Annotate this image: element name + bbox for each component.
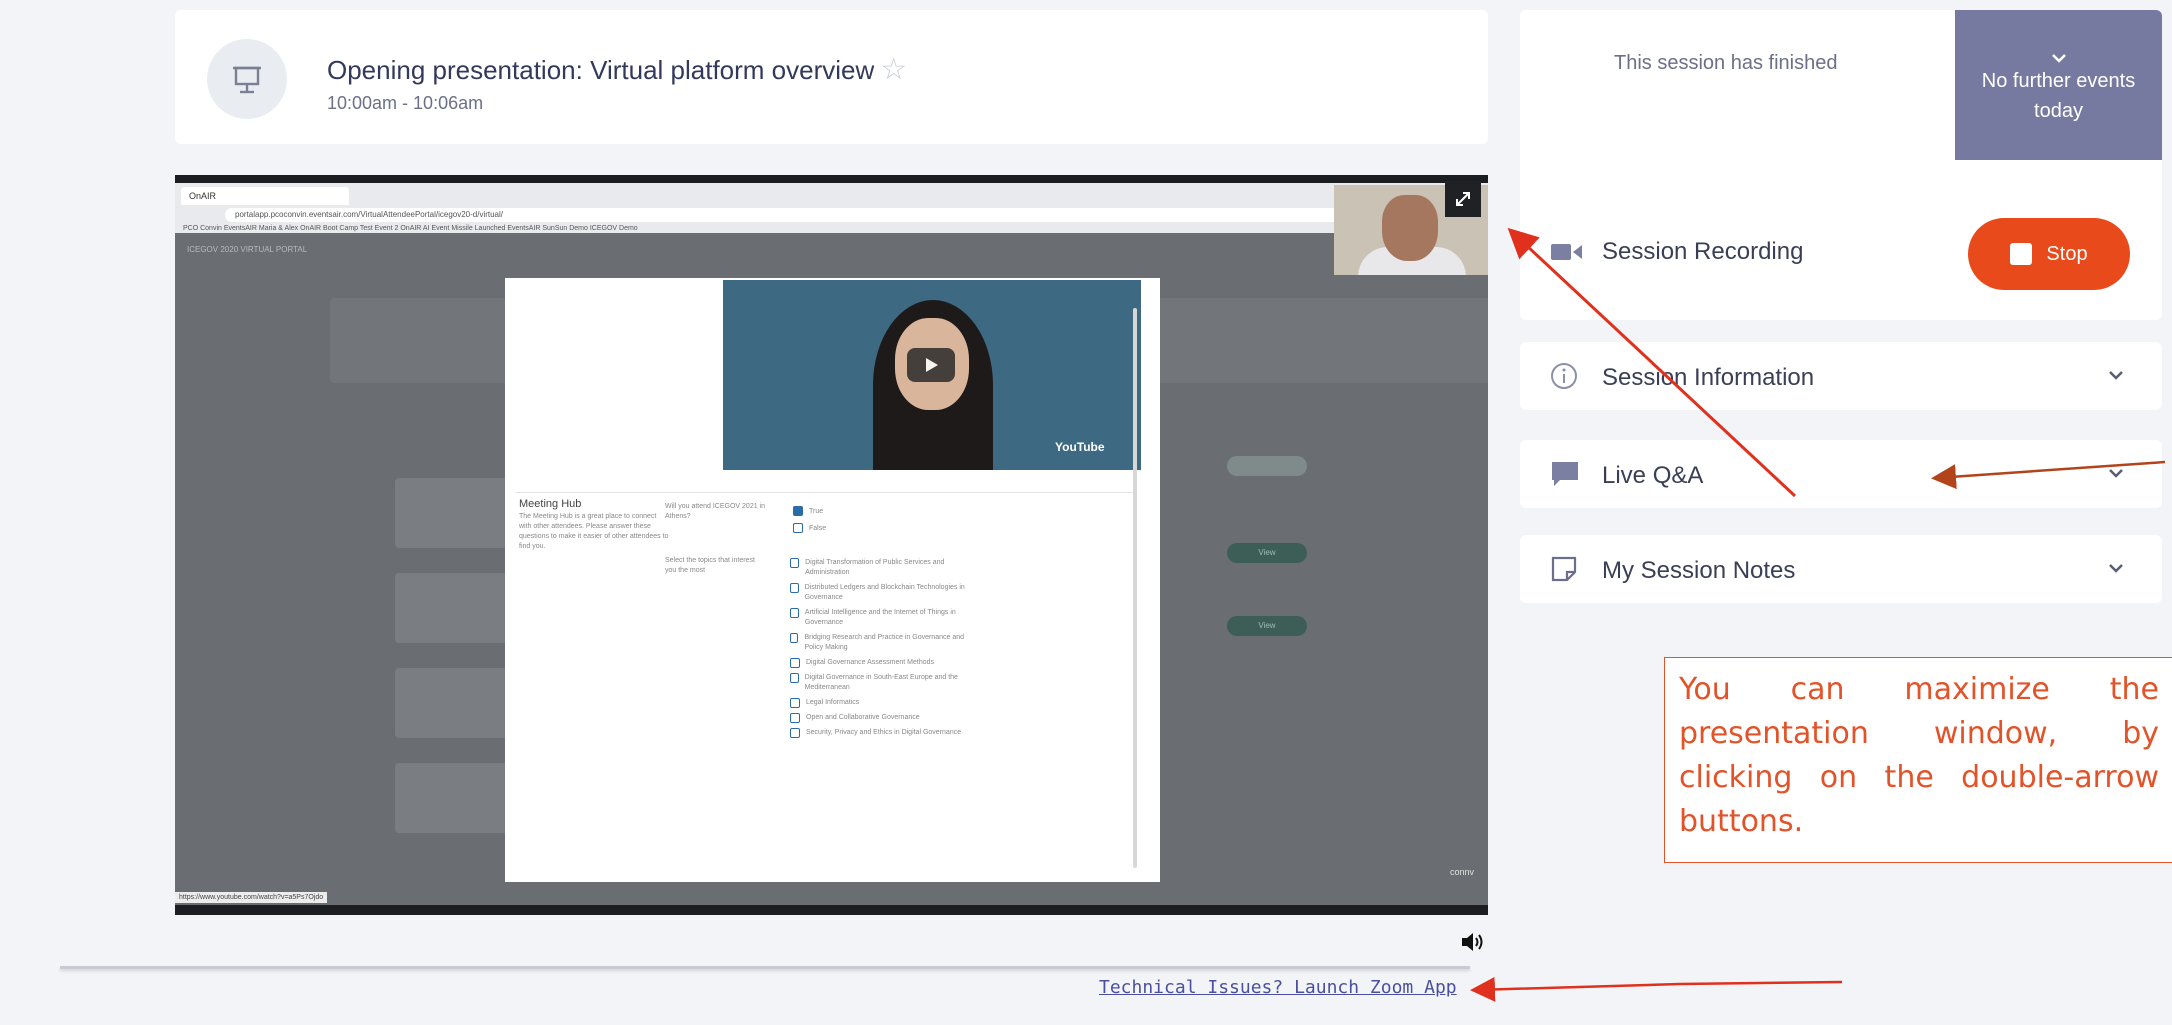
stop-recording-button[interactable]: Stop — [1968, 218, 2130, 290]
arrow-to-zoom-link — [1470, 976, 1843, 1002]
meeting-hub-text: The Meeting Hub is a great place to conn… — [519, 513, 669, 550]
topic-label: Legal Informatics — [806, 699, 860, 706]
footer-divider — [60, 966, 1470, 969]
checkbox-icon[interactable] — [790, 583, 799, 593]
youtube-logo: YouTube — [1055, 440, 1105, 454]
checkbox-checked-icon[interactable] — [793, 506, 803, 516]
checkbox-icon[interactable] — [790, 558, 800, 568]
checkbox-icon[interactable] — [790, 698, 800, 708]
chevron-down-icon — [2051, 54, 2066, 63]
topics-list: Digital Transformation of Public Service… — [790, 558, 970, 743]
session-time: 10:00am - 10:06am — [327, 93, 484, 113]
next-events-text: No further events today — [1981, 70, 2136, 122]
ghost-pill — [1227, 456, 1307, 476]
checkbox-icon[interactable] — [790, 608, 799, 618]
note-icon — [1550, 555, 1578, 588]
topic-option[interactable]: Open and Collaborative Governance — [790, 713, 970, 723]
modal-scrollbar[interactable] — [1133, 308, 1137, 868]
answer-true[interactable]: True — [793, 506, 823, 517]
session-status-card: This session has finished No further eve… — [1520, 10, 2162, 200]
chevron-down-icon[interactable] — [2106, 368, 2126, 382]
info-icon — [1550, 362, 1578, 395]
topic-option[interactable]: Security, Privacy and Ethics in Digital … — [790, 728, 970, 738]
topic-label: Digital Governance in South-East Europe … — [804, 674, 958, 691]
portal-label: ICEGOV 2020 VIRTUAL PORTAL — [187, 245, 308, 254]
topic-label: Distributed Ledgers and Blockchain Techn… — [804, 584, 965, 601]
topic-label: Bridging Research and Practice in Govern… — [804, 634, 965, 651]
browser-url-bar: portalapp.pcoconvin.eventsair.com/Virtua… — [225, 208, 1445, 222]
browser-bookmarks: PCO Convin EventsAIR Maria & Alex OnAIR … — [183, 225, 638, 232]
session-recording-label: Session Recording — [1602, 238, 1804, 265]
annotation-callout: You can maximize the presentation window… — [1664, 657, 2172, 863]
topic-label: Open and Collaborative Governance — [806, 714, 920, 721]
session-information-panel[interactable]: Session Information — [1520, 342, 2162, 410]
presentation-video-player[interactable]: OnAIR portalapp.pcoconvin.eventsair.com/… — [175, 175, 1488, 915]
browser-status-url: https://www.youtube.com/watch?v=a5Ps7Ojd… — [175, 892, 328, 903]
checkbox-icon[interactable] — [793, 523, 803, 533]
launch-zoom-link[interactable]: Technical Issues? Launch Zoom App — [1099, 977, 1457, 998]
topic-option[interactable]: Artificial Intelligence and the Internet… — [790, 608, 970, 628]
checkbox-icon[interactable] — [790, 713, 800, 723]
answer-label: False — [809, 524, 827, 532]
topic-option[interactable]: Legal Informatics — [790, 698, 970, 708]
answer-label: True — [809, 507, 824, 515]
double-arrow-icon — [1456, 192, 1470, 206]
modal-divider — [515, 492, 1135, 493]
video-top-bar — [175, 175, 1488, 183]
favorite-star-icon[interactable]: ☆ — [880, 53, 907, 86]
volume-icon[interactable] — [1460, 930, 1486, 959]
session-title-text: Opening presentation: Virtual platform o… — [327, 55, 875, 85]
maximize-button[interactable] — [1445, 181, 1481, 217]
checkbox-icon[interactable] — [790, 658, 800, 668]
topic-option[interactable]: Digital Transformation of Public Service… — [790, 558, 970, 578]
checkbox-icon[interactable] — [790, 728, 800, 738]
meeting-hub-title: Meeting Hub — [519, 498, 582, 510]
session-notes-panel[interactable]: My Session Notes — [1520, 535, 2162, 603]
topic-label: Digital Governance Assessment Methods — [806, 659, 935, 666]
topic-option[interactable]: Digital Governance in South-East Europe … — [790, 673, 970, 693]
session-notes-label: My Session Notes — [1602, 557, 1796, 584]
meeting-hub-modal: YouTube Meeting Hub The Meeting Hub is a… — [505, 278, 1160, 882]
view-pill: View — [1227, 543, 1307, 563]
presentation-icon — [207, 39, 287, 119]
topic-label: Digital Transformation of Public Service… — [805, 559, 945, 576]
session-recording-panel: Session Recording Stop — [1520, 190, 2162, 320]
view-pill: View — [1227, 616, 1307, 636]
session-title: Opening presentation: Virtual platform o… — [327, 52, 907, 87]
checkbox-icon[interactable] — [790, 633, 799, 643]
session-status-text: This session has finished — [1614, 52, 1838, 74]
shared-browser-chrome: OnAIR portalapp.pcoconvin.eventsair.com/… — [175, 183, 1488, 233]
topic-option[interactable]: Distributed Ledgers and Blockchain Techn… — [790, 583, 970, 603]
topic-label: Security, Privacy and Ethics in Digital … — [806, 729, 962, 736]
next-events-panel[interactable]: No further events today — [1955, 10, 2162, 160]
checkbox-icon[interactable] — [790, 673, 799, 683]
chevron-down-icon[interactable] — [2106, 466, 2126, 480]
video-bottom-bar — [175, 905, 1488, 915]
live-qa-panel[interactable]: Live Q&A — [1520, 440, 2162, 508]
answer-false[interactable]: False — [793, 523, 826, 534]
video-camera-icon — [1550, 240, 1584, 269]
play-icon[interactable] — [907, 348, 955, 382]
topic-option[interactable]: Bridging Research and Practice in Govern… — [790, 633, 970, 653]
session-header-card: Opening presentation: Virtual platform o… — [175, 10, 1488, 144]
presenter-face — [1382, 195, 1438, 261]
brand-logo: connv — [1449, 867, 1474, 877]
youtube-thumbnail[interactable]: YouTube — [723, 280, 1141, 470]
topic-label: Artificial Intelligence and the Internet… — [804, 609, 956, 626]
chevron-down-icon[interactable] — [2106, 561, 2126, 575]
topic-option[interactable]: Digital Governance Assessment Methods — [790, 658, 970, 668]
question-attend: Will you attend ICEGOV 2021 in Athens? — [665, 503, 765, 520]
session-information-label: Session Information — [1602, 364, 1815, 391]
browser-tab: OnAIR — [181, 187, 349, 205]
question-topics: Select the topics that interest you the … — [665, 557, 755, 574]
stop-icon — [2010, 243, 2033, 265]
chat-bubble-icon — [1550, 460, 1580, 493]
stop-label: Stop — [2046, 242, 2088, 265]
live-qa-label: Live Q&A — [1602, 462, 1704, 489]
